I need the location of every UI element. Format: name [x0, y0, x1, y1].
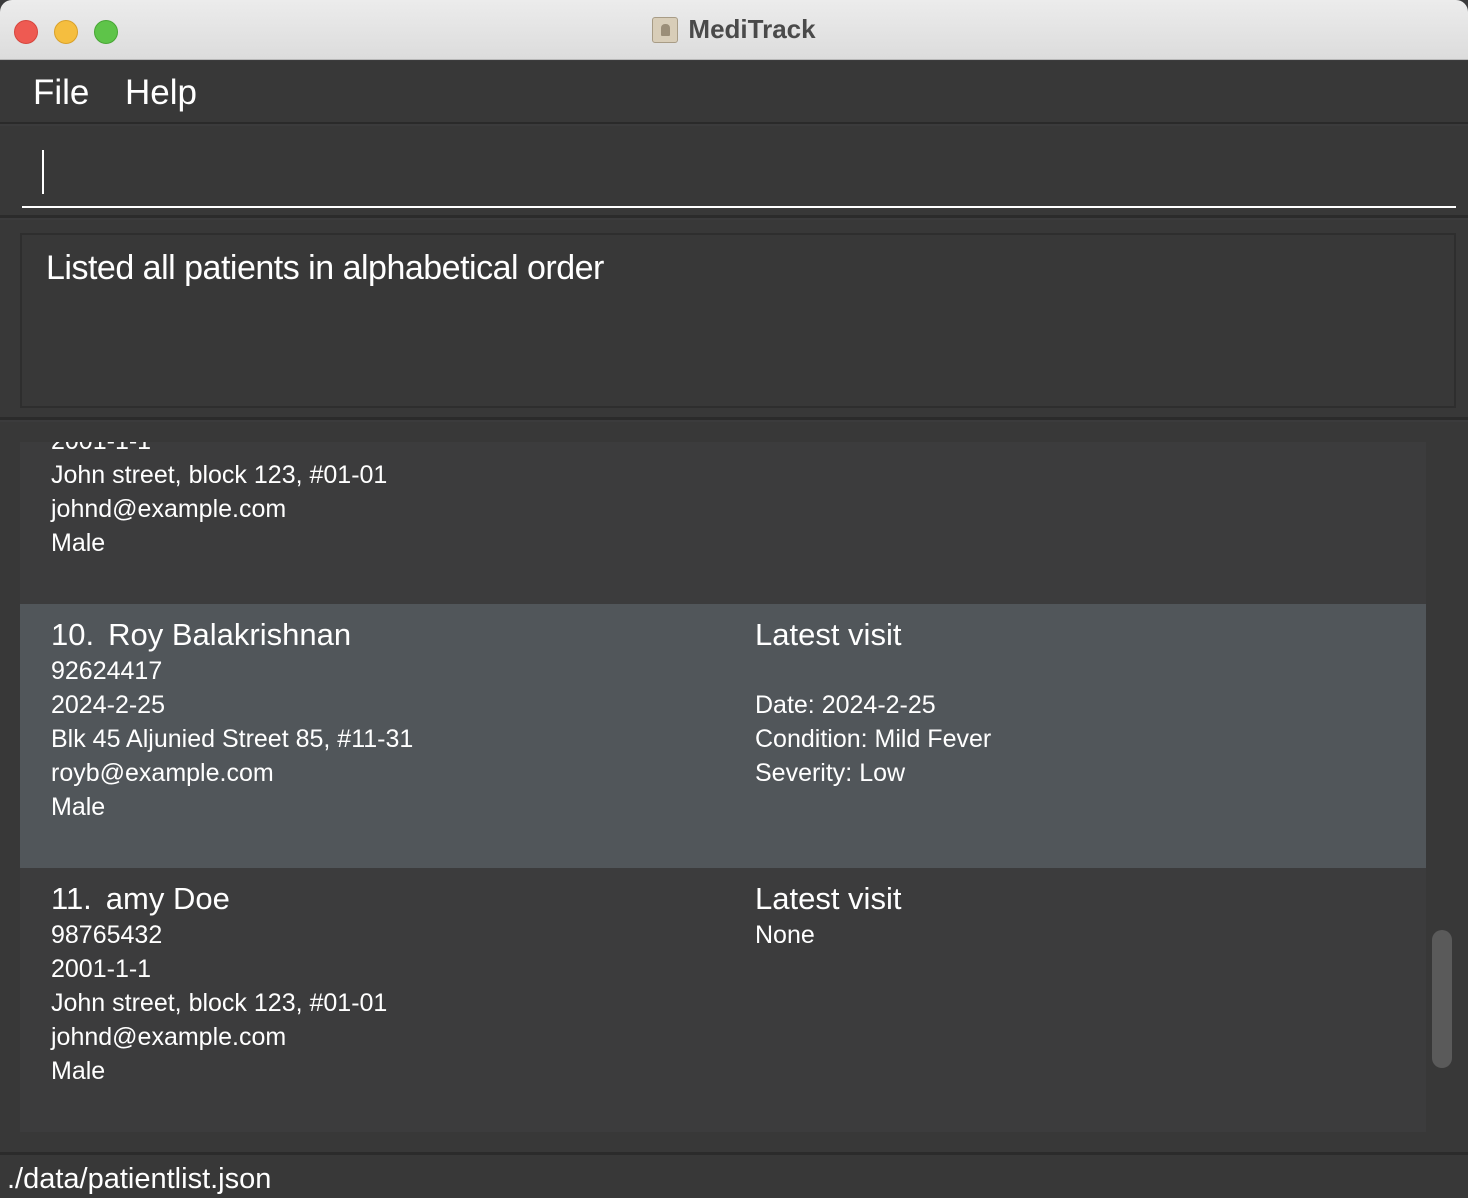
patient-name-line: 11. amy Doe: [51, 880, 387, 918]
command-box: [0, 126, 1468, 218]
patient-card-selected[interactable]: 10. Roy Balakrishnan 92624417 2024-2-25 B…: [20, 604, 1426, 868]
menu-bar: File Help: [0, 61, 1468, 124]
patient-phone: 92624417: [51, 657, 163, 685]
window-title: MediTrack: [688, 14, 816, 44]
result-box[interactable]: Listed all patients in alphabetical orde…: [20, 233, 1456, 408]
app-icon: [652, 16, 679, 43]
patient-name-line: 10. Roy Balakrishnan: [51, 616, 413, 654]
patient-email: royb@example.com: [51, 759, 274, 787]
patient-address: John street, block 123, #01-01: [51, 461, 388, 489]
patient-index: 11.: [51, 881, 92, 916]
visit-date: Date: 2024-2-25: [755, 691, 936, 719]
status-bar: ./data/patientlist.json: [0, 1152, 1468, 1198]
patient-dob: 2024-2-25: [51, 691, 165, 719]
patient-email: johnd@example.com: [51, 1023, 287, 1051]
data-file-path: ./data/patientlist.json: [7, 1163, 272, 1195]
patient-dob: 2001-1-1: [51, 955, 152, 983]
list-scrollbar-thumb[interactable]: [1432, 930, 1452, 1068]
patient-name: amy Doe: [105, 881, 230, 916]
visit-severity: Severity: Low: [755, 759, 906, 787]
menu-file[interactable]: File: [33, 73, 89, 113]
patient-phone: 98765432: [51, 921, 163, 949]
visit-none: None: [755, 921, 815, 949]
patient-gender: Male: [51, 793, 106, 821]
command-input[interactable]: [22, 140, 1456, 208]
patient-gender: Male: [51, 1057, 106, 1085]
patient-email: johnd@example.com: [51, 495, 287, 523]
patient-list[interactable]: 2001-1-1 John street, block 123, #01-01 …: [20, 442, 1426, 1132]
patient-card[interactable]: 11. amy Doe 98765432 2001-1-1 John street…: [20, 868, 1426, 1132]
patient-name: Roy Balakrishnan: [108, 617, 352, 652]
menu-help[interactable]: Help: [125, 73, 197, 113]
patient-gender: Male: [51, 529, 106, 557]
text-caret: [42, 150, 44, 194]
latest-visit-title: Latest visit: [755, 881, 902, 916]
patient-dob: 2001-1-1: [51, 442, 387, 458]
patient-address: Blk 45 Aljunied Street 85, #11-31: [51, 725, 414, 753]
title-bar: MediTrack: [0, 0, 1468, 60]
patient-card[interactable]: 2001-1-1 John street, block 123, #01-01 …: [20, 442, 1426, 604]
app-window: MediTrack File Help Listed all patients …: [0, 0, 1468, 1198]
result-display: Listed all patients in alphabetical orde…: [0, 220, 1468, 420]
patient-index: 10.: [51, 617, 95, 652]
patient-list-panel: 2001-1-1 John street, block 123, #01-01 …: [0, 422, 1468, 1152]
visit-condition: Condition: Mild Fever: [755, 725, 992, 753]
latest-visit-title: Latest visit: [755, 617, 902, 652]
result-message: Listed all patients in alphabetical orde…: [46, 249, 604, 287]
patient-address: John street, block 123, #01-01: [51, 989, 388, 1017]
